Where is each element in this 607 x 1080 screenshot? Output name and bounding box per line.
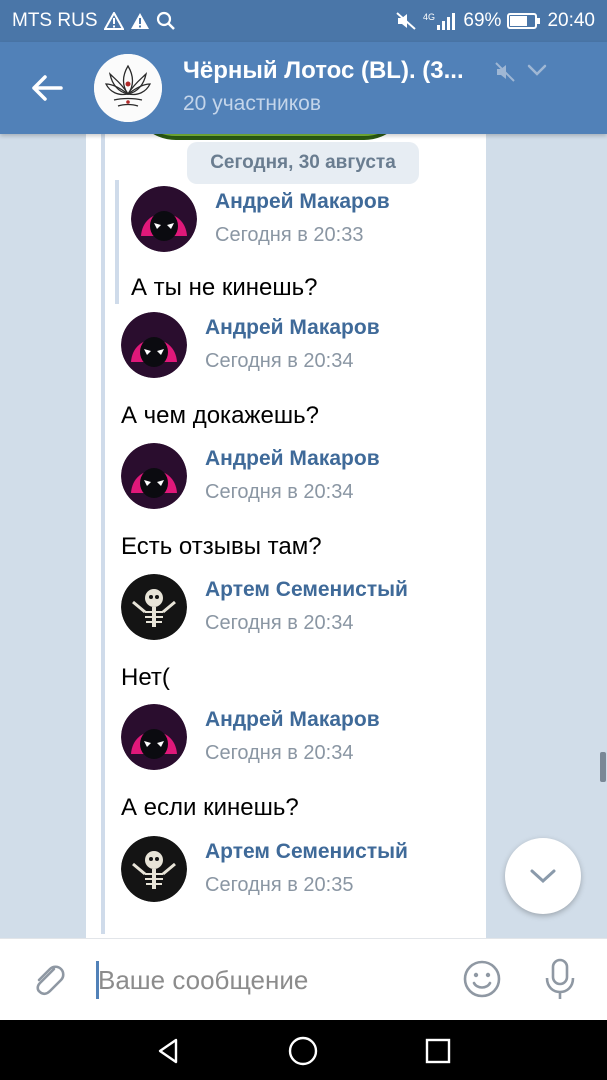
skeleton-avatar[interactable] <box>121 836 187 902</box>
message-text: Есть отзывы там? <box>121 533 322 560</box>
forward-bar <box>101 134 105 934</box>
scrollbar-thumb[interactable] <box>600 752 606 782</box>
sticker-image <box>130 134 410 140</box>
spider-avatar[interactable] <box>121 443 187 509</box>
message-item[interactable]: Андрей Макаров Сегодня в 20:34 Есть отзы… <box>121 443 461 563</box>
sender-name[interactable]: Андрей Макаров <box>205 708 380 732</box>
chat-avatar[interactable] <box>94 54 162 122</box>
carrier-label: MTS RUS <box>12 10 98 31</box>
mute-icon <box>395 11 417 31</box>
svg-text:4G: 4G <box>423 12 435 22</box>
message-list[interactable]: Сегодня, 30 августа Андрей Макаров Сегод… <box>0 134 607 938</box>
emoji-icon[interactable] <box>462 959 502 1004</box>
chevron-down-icon[interactable] <box>526 62 548 83</box>
message-time: Сегодня в 20:34 <box>205 350 354 372</box>
message-time: Сегодня в 20:34 <box>205 742 354 764</box>
sender-name[interactable]: Андрей Макаров <box>205 447 380 471</box>
quoted-message[interactable]: Андрей Макаров Сегодня в 20:33 А ты не к… <box>131 186 451 306</box>
nav-home-icon[interactable] <box>286 1034 320 1068</box>
message-item[interactable]: Артем Семенистый Сегодня в 20:35 <box>121 836 461 926</box>
paperclip-icon[interactable] <box>28 959 68 1004</box>
spider-avatar[interactable] <box>131 186 197 252</box>
warning-icon <box>103 12 124 30</box>
sender-name[interactable]: Андрей Макаров <box>205 316 380 340</box>
message-text: Нет( <box>121 664 170 691</box>
skeleton-avatar[interactable] <box>121 574 187 640</box>
date-divider: Сегодня, 30 августа <box>187 142 419 184</box>
sender-name[interactable]: Андрей Макаров <box>215 190 390 214</box>
message-time: Сегодня в 20:34 <box>205 612 354 634</box>
chat-title[interactable]: Чёрный Лотос (BL). (3... <box>183 57 483 85</box>
message-text: А чем докажешь? <box>121 402 319 429</box>
system-nav-bar <box>0 1020 607 1080</box>
chevron-down-icon <box>530 869 556 884</box>
message-time: Сегодня в 20:35 <box>205 874 354 896</box>
sender-name[interactable]: Артем Семенистый <box>205 840 408 864</box>
back-button[interactable] <box>22 64 72 112</box>
message-item[interactable]: Андрей Макаров Сегодня в 20:34 А чем док… <box>121 312 461 432</box>
signal-icon: 4G <box>423 11 457 31</box>
chat-header: Чёрный Лотос (BL). (3... 20 участников <box>0 42 607 134</box>
scroll-down-button[interactable] <box>505 838 581 914</box>
sender-name[interactable]: Артем Семенистый <box>205 578 408 602</box>
battery-percent: 69% <box>463 10 502 31</box>
participants-count[interactable]: 20 участников <box>183 92 321 116</box>
spider-avatar[interactable] <box>121 312 187 378</box>
search-icon <box>156 11 176 31</box>
spider-avatar[interactable] <box>121 704 187 770</box>
status-bar: MTS RUS 4G 69% 20:40 <box>0 0 607 42</box>
lotus-logo-icon <box>94 54 162 122</box>
message-time: Сегодня в 20:34 <box>205 481 354 503</box>
message-text: А ты не кинешь? <box>131 274 318 301</box>
message-time: Сегодня в 20:33 <box>215 224 364 246</box>
message-text: А если кинешь? <box>121 794 299 821</box>
composer <box>0 938 607 1020</box>
message-input[interactable] <box>98 961 438 999</box>
nav-back-icon[interactable] <box>152 1034 186 1068</box>
clock: 20:40 <box>547 10 595 31</box>
microphone-icon[interactable] <box>540 957 580 1006</box>
nav-recents-icon[interactable] <box>421 1034 455 1068</box>
warning-icon <box>130 12 150 30</box>
arrow-left-icon <box>32 75 63 101</box>
message-item[interactable]: Артем Семенистый Сегодня в 20:34 Нет( <box>121 574 461 694</box>
muted-bell-icon <box>493 60 517 89</box>
battery-icon <box>507 12 541 30</box>
reply-bar <box>115 180 119 304</box>
message-item[interactable]: Андрей Макаров Сегодня в 20:34 А если ки… <box>121 704 461 824</box>
